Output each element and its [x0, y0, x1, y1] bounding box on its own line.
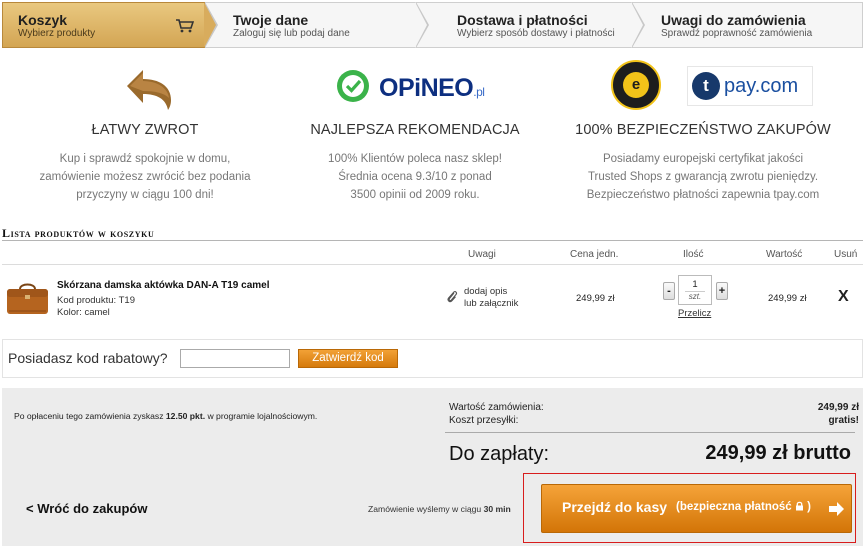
product-color: Kolor: camel [57, 307, 110, 318]
return-arrow-icon [127, 70, 171, 110]
quantity-decrease-button[interactable]: - [663, 282, 675, 300]
column-header-notes: Uwagi [468, 249, 496, 260]
secure-payment-text: (bezpieczna płatność [676, 501, 792, 513]
back-to-shopping-link[interactable]: < Wróć do zakupów [26, 501, 147, 516]
column-header-value: Wartość [766, 249, 803, 260]
secure-payment-label: (bezpieczna płatność ) [676, 501, 811, 513]
step-subtitle: Sprawdź poprawność zamówienia [661, 28, 813, 39]
feature-description: Kup i sprawdź spokojnie w domu, zamówien… [15, 150, 275, 204]
line-value: 249,99 zł [768, 293, 807, 304]
feature-description: 100% Klientów poleca nasz sklep! Średnia… [285, 150, 545, 204]
step-subtitle: Wybierz produkty [18, 28, 96, 39]
checkout-button[interactable]: Przejdź do kasy (bezpieczna płatność ) [541, 484, 852, 533]
feature-line: zamówienie możesz zwrócić bez podania [39, 171, 251, 183]
checkout-steps: Koszyk Wybierz produkty Twoje dane Zalog… [2, 2, 863, 48]
order-summary: Po opłaceniu tego zamówienia zyskasz 12.… [2, 388, 863, 546]
feature-line: 100% Klientów poleca nasz sklep! [328, 153, 502, 165]
loyalty-info: Po opłaceniu tego zamówienia zyskasz 12.… [14, 411, 317, 421]
column-header-quantity: Ilość [683, 249, 704, 260]
loyalty-text: w programie lojalnościowym. [205, 411, 318, 421]
step-title: Dostawa i płatności [457, 12, 588, 28]
product-name[interactable]: Skórzana damska aktówka DAN-A T19 camel [57, 280, 270, 291]
quantity-value: 1 [692, 279, 698, 290]
shipping-cost-label: Koszt przesyłki: [449, 415, 519, 426]
step-title: Twoje dane [233, 12, 309, 28]
discount-code-input[interactable] [180, 349, 290, 368]
cart-icon [176, 19, 194, 33]
column-header-unit-price: Cena jedn. [570, 249, 619, 260]
order-value: 249,99 zł [817, 402, 859, 413]
discount-label: Posiadasz kod rabatowy? [8, 350, 168, 366]
trusted-shops-mark: e [623, 72, 649, 98]
feature-line: Bezpieczeństwo płatności zapewnia tpay.c… [586, 189, 820, 201]
step-subtitle: Zaloguj się lub podaj dane [233, 28, 350, 39]
opineo-wordmark: OPiNEO [379, 74, 474, 102]
feature-recommendation: OPiNEO.pl NAJLEPSZA REKOMENDACJA 100% Kl… [285, 60, 545, 204]
unit-price: 249,99 zł [576, 293, 615, 304]
feature-title: NAJLEPSZA REKOMENDACJA [310, 122, 520, 138]
lock-icon [795, 501, 803, 511]
paperclip-icon[interactable] [446, 290, 458, 304]
feature-line: Średnia ocena 9.3/10 z ponad [338, 171, 492, 183]
divider [2, 264, 863, 265]
step-title: Uwagi do zamówienia [661, 12, 806, 28]
feature-title: 100% BEZPIECZEŃSTWO ZAKUPÓW [575, 122, 831, 138]
divider [445, 432, 855, 433]
recalculate-link[interactable]: Przelicz [678, 308, 711, 319]
to-pay-label: Do zapłaty: [449, 443, 550, 465]
quantity-increase-button[interactable]: + [716, 282, 728, 300]
column-header-remove: Usuń [834, 249, 858, 260]
step-title: Koszyk [18, 12, 68, 28]
checkout-label: Przejdź do kasy [562, 499, 668, 515]
quantity-input[interactable]: 1 szt. [678, 275, 712, 305]
tpay-mark: t [692, 72, 720, 100]
step-your-data[interactable]: Twoje dane Zaloguj się lub podaj dane [205, 2, 429, 48]
cart-list-title: Lista produktów w koszyku [2, 226, 155, 240]
remove-item-button[interactable]: X [838, 288, 849, 306]
feature-line: Kup i sprawdź spokojnie w domu, [59, 153, 231, 165]
shipping-time: 30 min [483, 504, 511, 514]
feature-easy-return: ŁATWY ZWROT Kup i sprawdź spokojnie w do… [15, 60, 275, 204]
tpay-wordmark: pay.com [724, 75, 799, 97]
opineo-check-icon [337, 70, 369, 102]
shipping-cost: gratis! [828, 415, 859, 426]
total-amount: 249,99 zł brutto [705, 442, 851, 464]
add-attachment-link[interactable]: lub załącznik [464, 298, 518, 309]
feature-line: Trusted Shops z gwarancją zwrotu pienięd… [587, 171, 819, 183]
feature-security: e t pay.com 100% BEZPIECZEŃSTWO ZAKUPÓW … [563, 60, 843, 204]
feature-line: 3500 opinii od 2009 roku. [350, 189, 480, 201]
order-value-label: Wartość zamówienia: [449, 402, 544, 413]
add-note-link[interactable]: dodaj opis [464, 286, 507, 297]
step-subtitle: Wybierz sposób dostawy i płatności [457, 28, 615, 39]
opineo-suffix: .pl [473, 85, 485, 99]
feature-line: Posiadamy europejski certyfikat jakości [602, 153, 804, 165]
feature-description: Posiadamy europejski certyfikat jakości … [563, 150, 843, 204]
step-order-notes[interactable]: Uwagi do zamówienia Sprawdź poprawność z… [631, 2, 863, 48]
apply-code-button[interactable]: Zatwierdź kod [298, 349, 398, 368]
product-code: Kod produktu: T19 [57, 295, 135, 306]
feature-line: przyczyny w ciągu 100 dni! [76, 189, 214, 201]
tpay-logo: t pay.com [687, 66, 813, 106]
step-cart[interactable]: Koszyk Wybierz produkty [2, 2, 218, 48]
opineo-logo: OPiNEO.pl [285, 60, 545, 120]
shipping-time-text: Zamówienie wyślemy w ciągu [368, 504, 484, 514]
arrow-right-icon [829, 502, 844, 516]
discount-code-section: Posiadasz kod rabatowy? Zatwierdź kod [2, 339, 863, 378]
shipping-time-info: Zamówienie wyślemy w ciągu 30 min [368, 504, 511, 514]
loyalty-text: Po opłaceniu tego zamówienia zyskasz [14, 411, 166, 421]
product-thumbnail[interactable] [5, 280, 50, 316]
secure-payment-text: ) [807, 501, 811, 513]
trusted-shops-badge: e [611, 60, 661, 110]
feature-title: ŁATWY ZWROT [91, 122, 199, 138]
loyalty-points: 12.50 pkt. [165, 411, 206, 421]
quantity-unit: szt. [685, 291, 705, 301]
divider [2, 240, 863, 241]
step-delivery-payment[interactable]: Dostawa i płatności Wybierz sposób dosta… [415, 2, 645, 48]
